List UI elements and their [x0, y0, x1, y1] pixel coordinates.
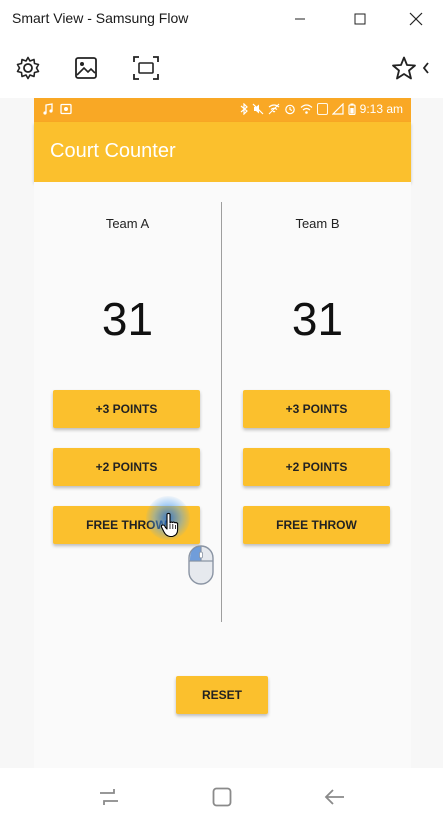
recent-apps-icon[interactable]: [97, 786, 121, 808]
team-a-plus3-button[interactable]: +3 POINTS: [53, 390, 200, 428]
signal-icon: [331, 103, 344, 115]
gear-icon[interactable]: [14, 54, 42, 82]
window-title: Smart View - Samsung Flow: [12, 10, 189, 26]
maximize-icon: [354, 13, 366, 25]
mouse-icon: [188, 545, 214, 585]
minimize-button[interactable]: [280, 4, 320, 34]
mute-icon: [252, 103, 264, 115]
close-icon: [409, 12, 423, 26]
toolbar: [0, 38, 443, 98]
window-titlebar: Smart View - Samsung Flow: [0, 0, 443, 38]
phone-screen: 9:13 am Court Counter Team A 31 +3 POINT…: [34, 98, 411, 768]
reset-button[interactable]: RESET: [176, 676, 268, 714]
content-area: Team A 31 +3 POINTS +2 POINTS FREE THROW…: [34, 182, 411, 768]
music-notification-icon: [43, 103, 53, 115]
image-notification-icon: [60, 103, 72, 115]
team-b-free-throw-button[interactable]: FREE THROW: [243, 506, 390, 544]
navigation-bar: [0, 768, 443, 824]
star-icon[interactable]: [390, 54, 418, 82]
minimize-icon: [295, 18, 305, 20]
chevron-left-icon[interactable]: [418, 54, 434, 82]
wifi-icon: [300, 104, 313, 114]
sim-icon: [316, 103, 328, 115]
status-bar: 9:13 am: [34, 98, 411, 122]
team-a-name: Team A: [105, 216, 150, 231]
team-a-plus2-button[interactable]: +2 POINTS: [53, 448, 200, 486]
status-time: 9:13 am: [359, 102, 403, 116]
app-title: Court Counter: [50, 140, 176, 162]
back-icon[interactable]: [323, 786, 347, 808]
battery-icon: [348, 103, 356, 115]
team-b-column: Team B 31 +3 POINTS +2 POINTS FREE THROW: [224, 182, 411, 642]
team-a-score: 31: [101, 293, 154, 345]
team-b-plus3-button[interactable]: +3 POINTS: [243, 390, 390, 428]
bluetooth-icon: [240, 103, 248, 115]
team-divider: [221, 202, 222, 622]
team-b-score: 31: [291, 293, 344, 345]
alarm-icon: [284, 104, 295, 115]
hand-cursor-icon: [160, 512, 179, 538]
team-b-plus2-button[interactable]: +2 POINTS: [243, 448, 390, 486]
home-icon[interactable]: [210, 786, 234, 808]
team-b-name: Team B: [295, 216, 340, 231]
wifi-off-icon: [268, 103, 280, 115]
close-button[interactable]: [396, 4, 436, 34]
screen-capture-icon[interactable]: [132, 54, 160, 82]
maximize-button[interactable]: [340, 4, 380, 34]
app-bar: Court Counter: [34, 122, 411, 182]
gallery-icon[interactable]: [72, 54, 100, 82]
